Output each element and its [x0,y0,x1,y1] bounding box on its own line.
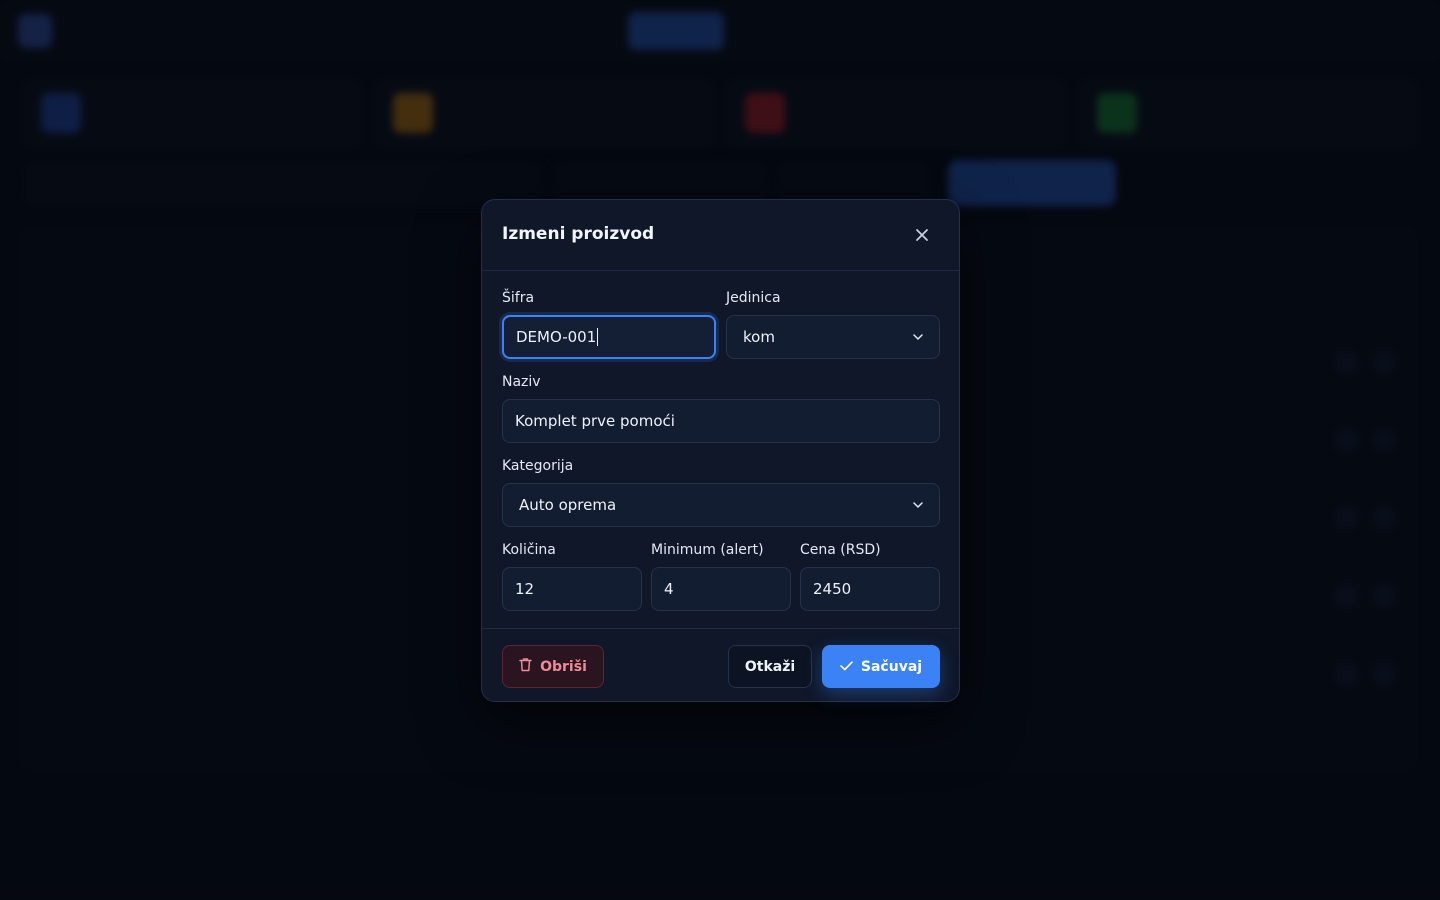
cancel-label: Otkaži [744,658,796,675]
trash-icon [519,657,532,676]
name-label: Naziv [502,374,541,390]
chevron-down-icon [913,502,923,508]
chevron-down-icon [913,334,923,340]
quantity-value: 12 [515,580,535,598]
cancel-button[interactable]: Otkaži [728,645,812,688]
minimum-value: 4 [664,580,674,598]
check-icon [840,659,853,675]
category-select[interactable]: Auto oprema [502,483,940,527]
dialog-footer: Obriši Otkaži Sačuvaj [482,628,959,703]
price-label: Cena (RSD) [800,542,881,558]
name-value: Komplet prve pomoći [515,412,675,430]
code-input[interactable]: DEMO-001 [502,315,716,359]
category-value: Auto oprema [519,496,617,514]
name-input[interactable]: Komplet prve pomoći [502,399,940,443]
unit-label: Jedinica [726,290,781,306]
dialog-header: Izmeni proizvod [482,200,959,271]
edit-product-dialog: Izmeni proizvod Šifra DEMO-001 Jedinica … [481,199,960,702]
price-input[interactable]: 2450 [800,567,940,611]
unit-value: kom [743,328,775,346]
minimum-input[interactable]: 4 [651,567,791,611]
save-label: Sačuvaj [860,658,923,675]
minimum-label: Minimum (alert) [651,542,764,558]
code-label: Šifra [502,290,535,306]
delete-label: Obriši [540,658,587,675]
unit-select[interactable]: kom [726,315,940,359]
close-icon [915,227,929,246]
category-label: Kategorija [502,458,574,474]
delete-button[interactable]: Obriši [502,645,604,688]
save-button[interactable]: Sačuvaj [822,645,940,688]
text-caret [597,328,599,346]
quantity-input[interactable]: 12 [502,567,642,611]
code-value: DEMO-001 [516,328,597,346]
close-button[interactable] [910,224,934,248]
price-value: 2450 [813,580,852,598]
dialog-title: Izmeni proizvod [502,224,655,244]
quantity-label: Količina [502,542,556,558]
